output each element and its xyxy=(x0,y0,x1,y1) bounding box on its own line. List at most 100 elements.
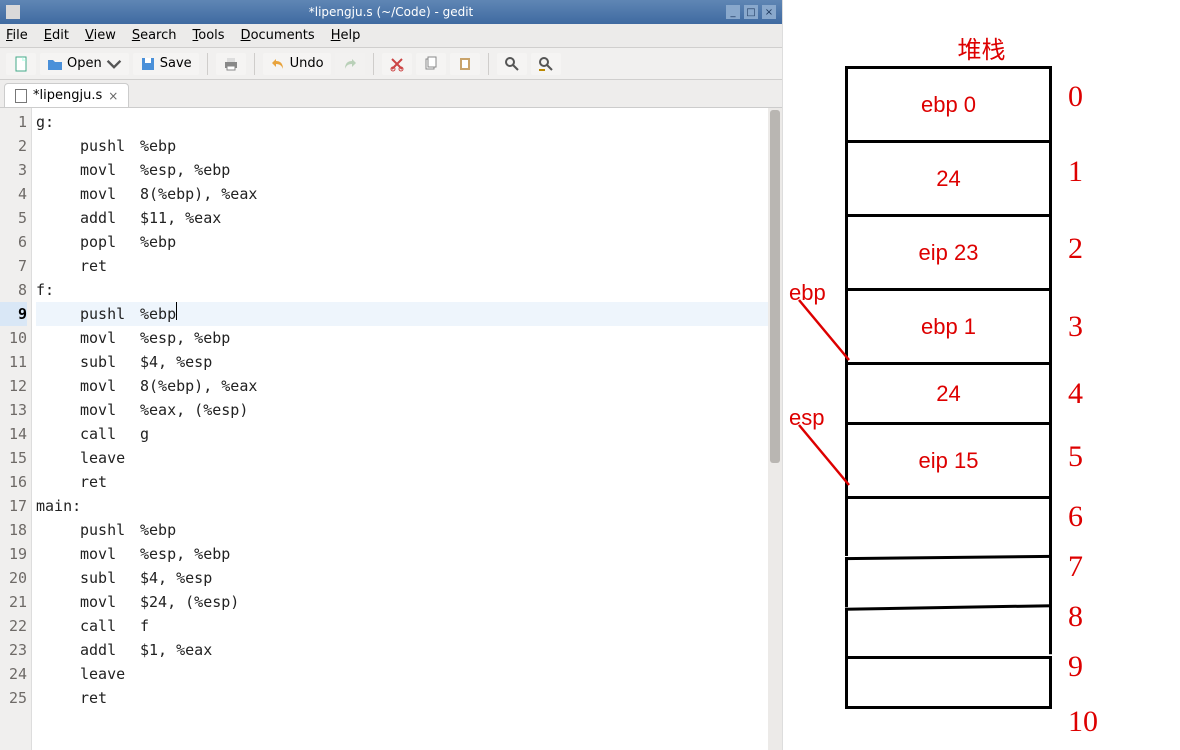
stack-cell: eip 23 xyxy=(845,214,1052,288)
menu-edit[interactable]: Edit xyxy=(44,28,69,43)
stack-index: 1 xyxy=(1068,155,1083,189)
line-number: 17 xyxy=(0,494,27,518)
save-icon xyxy=(140,56,156,72)
paste-icon xyxy=(457,56,473,72)
paste-button[interactable] xyxy=(450,53,480,75)
cut-button[interactable] xyxy=(382,53,412,75)
code-line[interactable]: addl$11, %eax xyxy=(36,206,782,230)
line-number: 3 xyxy=(0,158,27,182)
find-replace-icon xyxy=(538,56,554,72)
stack-cells: ebp 024eip 23ebp 124eip 15 xyxy=(845,66,1052,709)
text-cursor xyxy=(176,302,177,320)
scrollbar-thumb[interactable] xyxy=(770,110,780,463)
menu-documents[interactable]: Documents xyxy=(241,28,315,43)
line-number: 18 xyxy=(0,518,27,542)
line-number-gutter: 1234567891011121314151617181920212223242… xyxy=(0,108,32,750)
code-line[interactable]: movl8(%ebp), %eax xyxy=(36,182,782,206)
minimize-button[interactable]: _ xyxy=(726,5,740,19)
tab-label: *lipengju.s xyxy=(33,88,102,103)
code-line[interactable]: movl%esp, %ebp xyxy=(36,158,782,182)
save-button[interactable]: Save xyxy=(133,53,199,75)
code-line[interactable]: movl%esp, %ebp xyxy=(36,542,782,566)
redo-icon xyxy=(342,56,358,72)
code-line[interactable]: ret xyxy=(36,254,782,278)
menu-help[interactable]: Help xyxy=(331,28,361,43)
code-area[interactable]: g:pushl%ebpmovl%esp, %ebpmovl8(%ebp), %e… xyxy=(32,108,782,750)
stack-cell: ebp 1 xyxy=(845,288,1052,362)
redo-button[interactable] xyxy=(335,53,365,75)
print-button[interactable] xyxy=(216,53,246,75)
code-line[interactable]: addl$1, %eax xyxy=(36,638,782,662)
code-line[interactable]: movl8(%ebp), %eax xyxy=(36,374,782,398)
menu-tools[interactable]: Tools xyxy=(193,28,225,43)
document-icon xyxy=(15,89,27,103)
code-line[interactable]: leave xyxy=(36,662,782,686)
new-file-icon xyxy=(13,56,29,72)
titlebar[interactable]: *lipengju.s (~/Code) - gedit _ □ × xyxy=(0,0,782,24)
line-number: 16 xyxy=(0,470,27,494)
printer-icon xyxy=(223,56,239,72)
find-replace-button[interactable] xyxy=(531,53,561,75)
code-line[interactable]: main: xyxy=(36,494,782,518)
stack-index: 5 xyxy=(1068,440,1083,474)
code-line[interactable]: movl%esp, %ebp xyxy=(36,326,782,350)
code-line[interactable]: pushl%ebp xyxy=(36,518,782,542)
line-number: 8 xyxy=(0,278,27,302)
close-button[interactable]: × xyxy=(762,5,776,19)
line-number: 11 xyxy=(0,350,27,374)
line-number: 23 xyxy=(0,638,27,662)
copy-button[interactable] xyxy=(416,53,446,75)
editor[interactable]: 1234567891011121314151617181920212223242… xyxy=(0,108,782,750)
line-number: 1 xyxy=(0,110,27,134)
code-line[interactable]: popl%ebp xyxy=(36,230,782,254)
esp-pointer-line xyxy=(797,423,857,493)
stack-index: 10 xyxy=(1068,705,1098,739)
document-tab[interactable]: *lipengju.s × xyxy=(4,83,129,107)
window-title: *lipengju.s (~/Code) - gedit xyxy=(309,5,474,19)
line-number: 19 xyxy=(0,542,27,566)
code-line[interactable]: leave xyxy=(36,446,782,470)
undo-button[interactable]: Undo xyxy=(263,53,331,75)
code-line[interactable]: callg xyxy=(36,422,782,446)
app-icon xyxy=(6,5,20,19)
code-line[interactable]: ret xyxy=(36,686,782,710)
line-number: 12 xyxy=(0,374,27,398)
line-number: 24 xyxy=(0,662,27,686)
copy-icon xyxy=(423,56,439,72)
code-line[interactable]: f: xyxy=(36,278,782,302)
code-line[interactable]: movl$24, (%esp) xyxy=(36,590,782,614)
menu-view[interactable]: View xyxy=(85,28,116,43)
menu-file[interactable]: File xyxy=(6,28,28,43)
code-line[interactable]: g: xyxy=(36,110,782,134)
code-line[interactable]: callf xyxy=(36,614,782,638)
stack-index: 6 xyxy=(1068,500,1083,534)
stack-index: 2 xyxy=(1068,232,1083,266)
line-number: 6 xyxy=(0,230,27,254)
stack-index: 0 xyxy=(1068,80,1083,114)
line-number: 14 xyxy=(0,422,27,446)
undo-label: Undo xyxy=(290,56,324,71)
menu-search[interactable]: Search xyxy=(132,28,177,43)
stack-cell: eip 15 xyxy=(845,422,1052,496)
gedit-window: *lipengju.s (~/Code) - gedit _ □ × File … xyxy=(0,0,783,750)
line-number: 2 xyxy=(0,134,27,158)
code-line[interactable]: pushl%ebp xyxy=(36,302,782,326)
stack-index: 8 xyxy=(1068,600,1083,634)
code-line[interactable]: subl$4, %esp xyxy=(36,566,782,590)
new-button[interactable] xyxy=(6,53,36,75)
stack-index: 4 xyxy=(1068,377,1083,411)
save-label: Save xyxy=(160,56,192,71)
code-line[interactable]: subl$4, %esp xyxy=(36,350,782,374)
maximize-button[interactable]: □ xyxy=(744,5,758,19)
stack-cell xyxy=(845,604,1052,658)
code-line[interactable]: pushl%ebp xyxy=(36,134,782,158)
open-button[interactable]: Open xyxy=(40,53,129,75)
tab-close-icon[interactable]: × xyxy=(108,89,118,103)
line-number: 13 xyxy=(0,398,27,422)
vertical-scrollbar[interactable] xyxy=(768,108,782,750)
code-line[interactable]: ret xyxy=(36,470,782,494)
code-line[interactable]: movl%eax, (%esp) xyxy=(36,398,782,422)
find-button[interactable] xyxy=(497,53,527,75)
stack-diagram: 堆栈 ebp 024eip 23ebp 124eip 15 ebp esp 01… xyxy=(783,0,1180,750)
stack-index: 9 xyxy=(1068,650,1083,684)
